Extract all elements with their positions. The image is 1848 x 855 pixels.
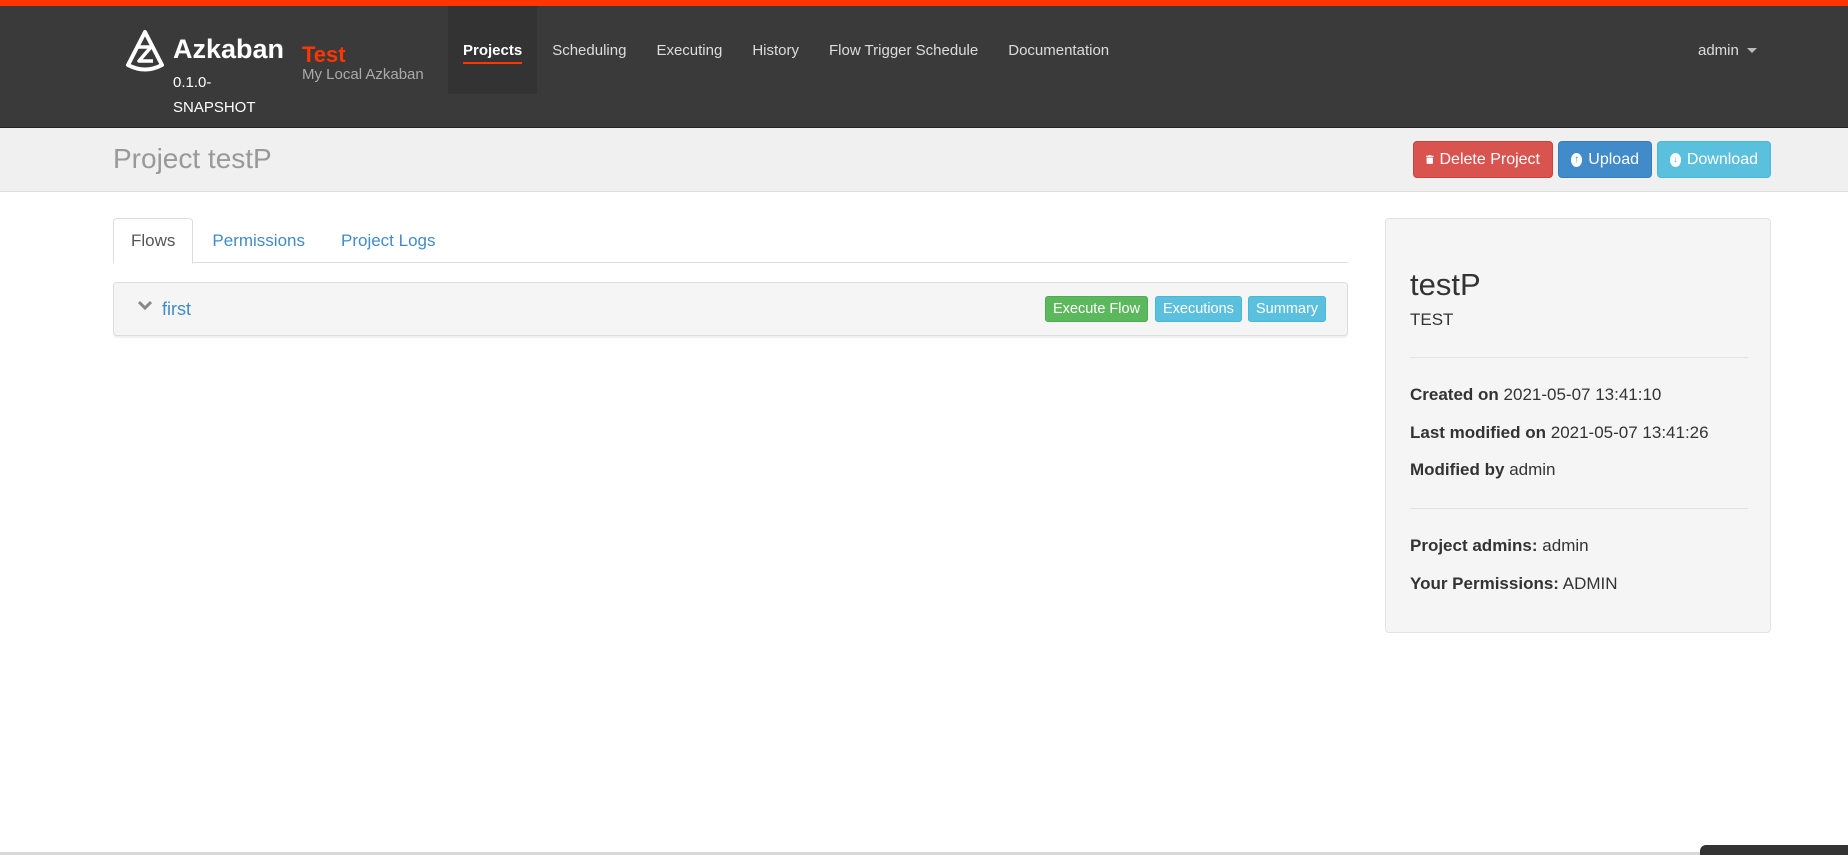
- azkaban-logo-icon[interactable]: [124, 28, 166, 74]
- project-tabs: Flows Permissions Project Logs: [113, 218, 1348, 264]
- nav-item-flow-trigger-schedule[interactable]: Flow Trigger Schedule: [814, 6, 993, 94]
- created-on-label: Created on: [1410, 385, 1499, 404]
- your-permissions-value: ADMIN: [1562, 574, 1618, 593]
- flow-name-link[interactable]: first: [162, 299, 191, 320]
- last-modified-value: 2021-05-07 13:41:26: [1550, 423, 1709, 442]
- flow-panel: first Execute Flow Executions Summary: [113, 282, 1348, 336]
- download-icon: ↓: [1670, 152, 1681, 167]
- tab-permissions[interactable]: Permissions: [195, 218, 322, 263]
- brand-name[interactable]: Azkaban: [173, 36, 284, 63]
- delete-project-label: Delete Project: [1439, 150, 1541, 168]
- top-navbar: Azkaban 0.1.0-SNAPSHOT Test My Local Azk…: [0, 6, 1848, 128]
- caret-down-icon: [1746, 47, 1757, 53]
- upload-button[interactable]: ↑ Upload: [1558, 141, 1652, 178]
- last-modified-label: Last modified on: [1410, 423, 1546, 442]
- created-on-line: Created on 2021-05-07 13:41:10: [1410, 385, 1661, 405]
- created-on-value: 2021-05-07 13:41:10: [1503, 385, 1662, 404]
- environment-description: My Local Azkaban: [302, 66, 424, 83]
- summary-button[interactable]: Summary: [1248, 296, 1327, 322]
- main-nav: Projects Scheduling Executing History Fl…: [448, 6, 1124, 94]
- nav-item-executing[interactable]: Executing: [641, 6, 737, 94]
- trash-icon: [1426, 155, 1434, 164]
- project-header: Project testP Delete Project ↑ Upload ↓ …: [0, 128, 1848, 192]
- nav-item-projects[interactable]: Projects: [448, 6, 538, 94]
- upload-icon: ↑: [1571, 152, 1583, 167]
- modified-by-label: Modified by: [1410, 460, 1505, 479]
- project-name: testP: [1410, 267, 1481, 302]
- execute-flow-button[interactable]: Execute Flow: [1045, 296, 1149, 322]
- modified-by-value: admin: [1509, 460, 1556, 479]
- download-button[interactable]: ↓ Download: [1657, 141, 1771, 178]
- nav-item-scheduling[interactable]: Scheduling: [537, 6, 641, 94]
- project-description: TEST: [1410, 310, 1454, 329]
- tab-project-logs[interactable]: Project Logs: [324, 218, 453, 263]
- user-name: admin: [1698, 41, 1739, 59]
- nav-item-history[interactable]: History: [737, 6, 814, 94]
- upload-label: Upload: [1588, 150, 1639, 168]
- corner-widget: [1700, 845, 1848, 855]
- brand-version: 0.1.0-SNAPSHOT: [173, 74, 256, 116]
- modified-by-line: Modified by admin: [1410, 460, 1556, 480]
- divider: [1410, 357, 1748, 358]
- page-title: Project testP: [113, 143, 272, 174]
- tab-flows[interactable]: Flows: [113, 218, 194, 264]
- your-permissions-line: Your Permissions: ADMIN: [1410, 574, 1618, 594]
- project-admins-value: admin: [1542, 536, 1589, 555]
- project-admins-label: Project admins:: [1410, 536, 1538, 555]
- environment-name: Test: [302, 42, 346, 67]
- chevron-down-icon[interactable]: [138, 300, 152, 312]
- executions-button[interactable]: Executions: [1155, 296, 1242, 322]
- nav-item-documentation[interactable]: Documentation: [993, 6, 1124, 94]
- your-permissions-label: Your Permissions:: [1410, 574, 1559, 593]
- project-info-panel: testP TEST Created on 2021-05-07 13:41:1…: [1385, 218, 1771, 633]
- project-admins-line: Project admins: admin: [1410, 536, 1589, 556]
- delete-project-button[interactable]: Delete Project: [1413, 141, 1553, 178]
- last-modified-line: Last modified on 2021-05-07 13:41:26: [1410, 423, 1709, 443]
- user-menu-dropdown[interactable]: admin: [1698, 6, 1757, 94]
- download-label: Download: [1686, 150, 1758, 168]
- divider: [1410, 508, 1748, 509]
